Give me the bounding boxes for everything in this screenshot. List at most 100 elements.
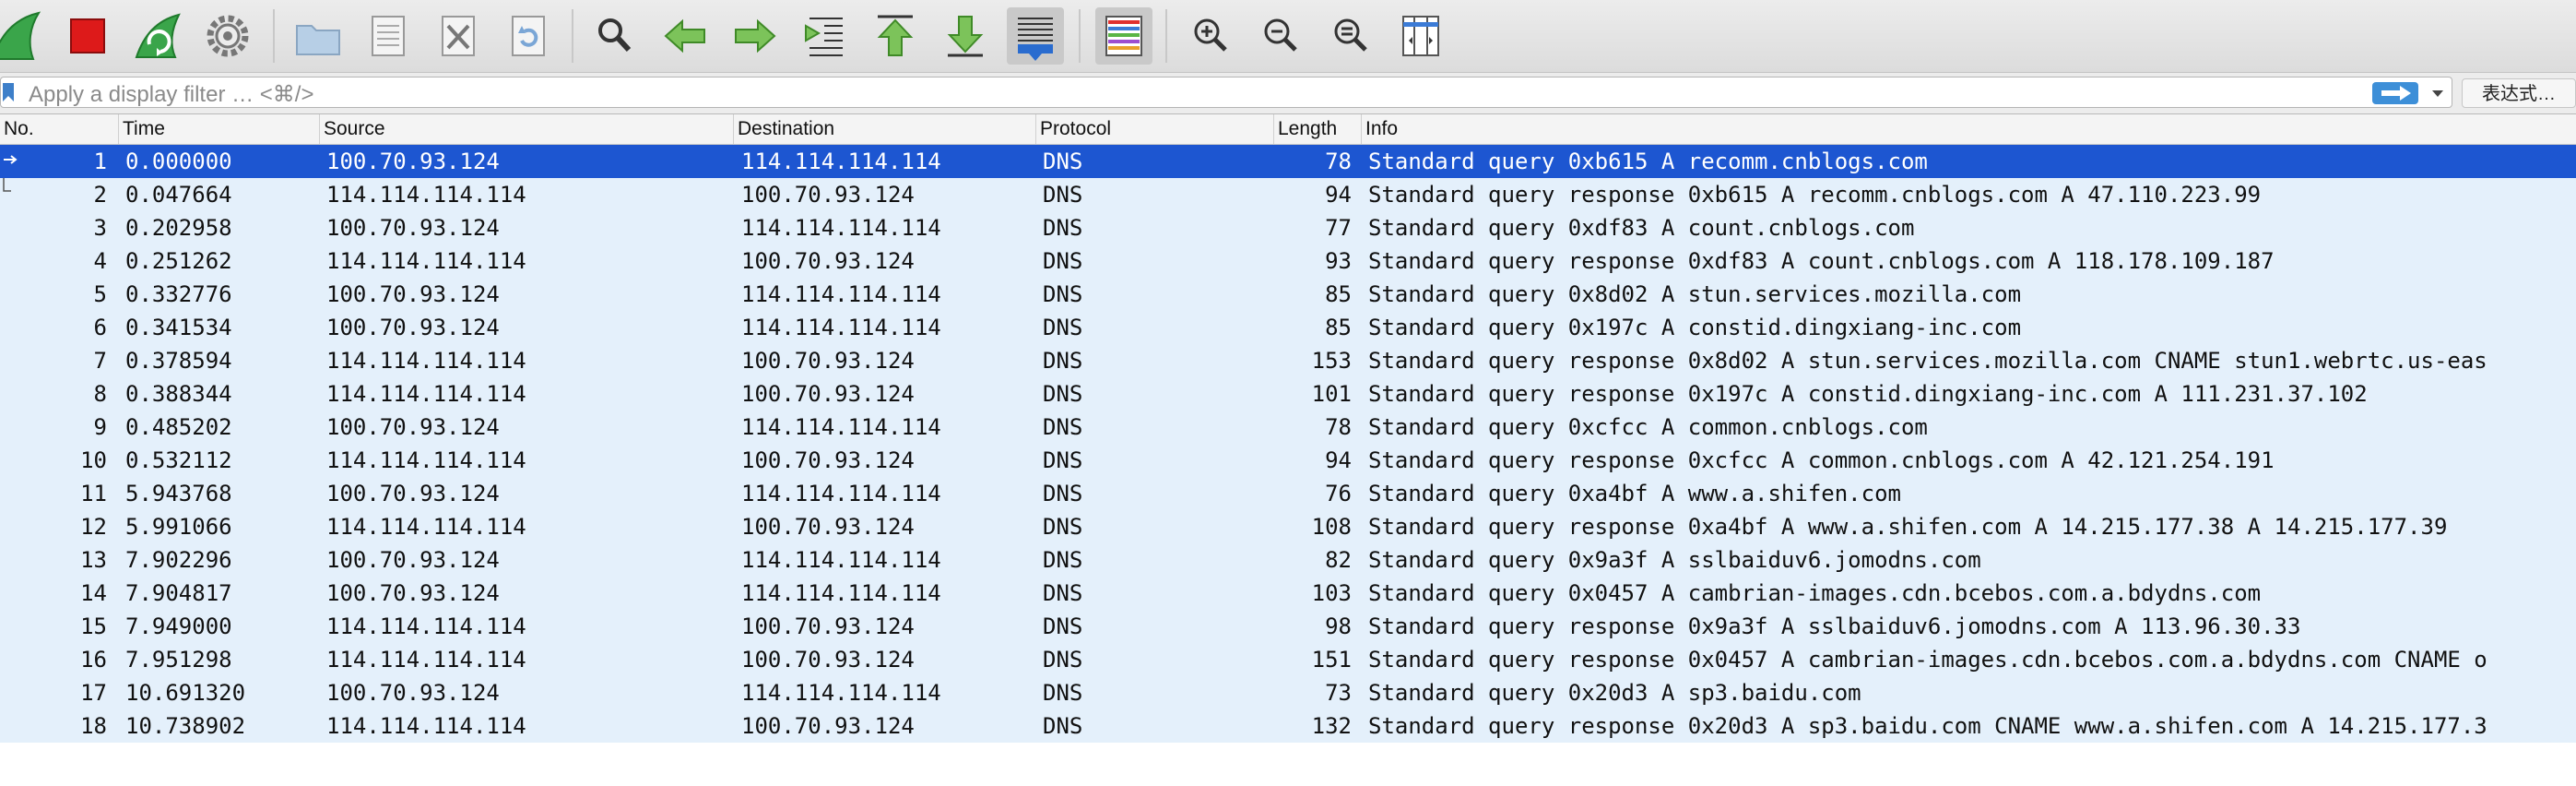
packet-row[interactable]: 7 0.378594 114.114.114.114 100.70.93.124… xyxy=(0,344,2576,377)
packet-row[interactable]: 6 0.341534 100.70.93.124 114.114.114.114… xyxy=(0,311,2576,344)
packet-destination: 114.114.114.114 xyxy=(741,414,941,440)
packet-destination: 100.70.93.124 xyxy=(741,348,915,374)
packet-row[interactable]: 15 7.949000 114.114.114.114 100.70.93.12… xyxy=(0,610,2576,643)
packet-number: 10 xyxy=(80,447,107,473)
close-file-icon[interactable] xyxy=(430,7,487,65)
go-last-packet-icon[interactable] xyxy=(937,7,994,65)
packet-row[interactable]: 3 0.202958 100.70.93.124 114.114.114.114… xyxy=(0,211,2576,244)
go-back-arrow-icon[interactable] xyxy=(656,7,714,65)
packet-info: Standard query response 0x0457 A cambria… xyxy=(1368,647,2487,673)
packet-row[interactable]: 5 0.332776 100.70.93.124 114.114.114.114… xyxy=(0,278,2576,311)
packet-length: 108 xyxy=(1311,514,1352,540)
packet-row[interactable]: 4 0.251262 114.114.114.114 100.70.93.124… xyxy=(0,244,2576,278)
packet-info: Standard query 0x9a3f A sslbaiduv6.jomod… xyxy=(1368,547,1981,573)
restart-capture-icon[interactable] xyxy=(129,7,186,65)
packet-row[interactable]: 11 5.943768 100.70.93.124 114.114.114.11… xyxy=(0,477,2576,510)
packet-row[interactable]: 17 10.691320 100.70.93.124 114.114.114.1… xyxy=(0,676,2576,709)
go-first-packet-icon[interactable] xyxy=(867,7,924,65)
go-to-packet-icon[interactable] xyxy=(797,7,854,65)
packet-row[interactable]: 12 5.991066 114.114.114.114 100.70.93.12… xyxy=(0,510,2576,543)
packet-protocol: DNS xyxy=(1043,215,1083,241)
bookmark-icon[interactable] xyxy=(3,83,18,101)
packet-number: 6 xyxy=(93,315,107,340)
packet-info: Standard query 0xb615 A recomm.cnblogs.c… xyxy=(1368,149,1928,174)
column-header-info[interactable]: Info xyxy=(1361,114,2576,144)
packet-destination: 100.70.93.124 xyxy=(741,248,915,274)
shark-fin-start-icon[interactable] xyxy=(0,7,44,65)
auto-scroll-icon[interactable] xyxy=(1007,7,1064,65)
packet-source: 100.70.93.124 xyxy=(326,481,500,506)
packet-source: 100.70.93.124 xyxy=(326,580,500,606)
packet-row[interactable]: 14 7.904817 100.70.93.124 114.114.114.11… xyxy=(0,577,2576,610)
packet-row[interactable]: 8 0.388344 114.114.114.114 100.70.93.124… xyxy=(0,377,2576,411)
packet-number: 14 xyxy=(80,580,107,606)
packet-info: Standard query 0x197c A constid.dingxian… xyxy=(1368,315,2022,340)
go-forward-arrow-icon[interactable] xyxy=(727,7,784,65)
column-header-no[interactable]: No. xyxy=(0,114,114,144)
packet-length: 98 xyxy=(1325,613,1352,639)
zoom-out-icon[interactable] xyxy=(1252,7,1309,65)
packet-number: 17 xyxy=(80,680,107,706)
packet-length: 132 xyxy=(1311,713,1352,739)
packet-source: 114.114.114.114 xyxy=(326,182,526,208)
packet-length: 85 xyxy=(1325,315,1352,340)
packet-info: Standard query response 0xb615 A recomm.… xyxy=(1368,182,2262,208)
reload-file-icon[interactable] xyxy=(500,7,557,65)
packet-protocol: DNS xyxy=(1043,414,1083,440)
toolbar-separator xyxy=(273,9,275,63)
packet-destination: 114.114.114.114 xyxy=(741,281,941,307)
packet-protocol: DNS xyxy=(1043,447,1083,473)
packet-row[interactable]: 10 0.532112 114.114.114.114 100.70.93.12… xyxy=(0,444,2576,477)
packet-source: 100.70.93.124 xyxy=(326,315,500,340)
zoom-normal-icon[interactable] xyxy=(1322,7,1379,65)
open-folder-icon[interactable] xyxy=(290,7,347,65)
packet-info: Standard query response 0xdf83 A count.c… xyxy=(1368,248,2275,274)
capture-options-gear-icon[interactable] xyxy=(199,7,256,65)
packet-protocol: DNS xyxy=(1043,514,1083,540)
packet-protocol: DNS xyxy=(1043,713,1083,739)
packet-time: 0.000000 xyxy=(125,149,232,174)
main-toolbar xyxy=(0,0,2576,73)
packet-number: 5 xyxy=(93,281,107,307)
packet-row[interactable]: 16 7.951298 114.114.114.114 100.70.93.12… xyxy=(0,643,2576,676)
display-filter-input[interactable]: Apply a display filter … <⌘/> xyxy=(0,77,2452,108)
packet-source: 114.114.114.114 xyxy=(326,713,526,739)
column-header-source[interactable]: Source xyxy=(319,114,730,144)
packet-info: Standard query 0xcfcc A common.cnblogs.c… xyxy=(1368,414,1928,440)
packet-row[interactable]: 18 10.738902 114.114.114.114 100.70.93.1… xyxy=(0,709,2576,743)
resize-columns-icon[interactable] xyxy=(1392,7,1449,65)
packet-length: 77 xyxy=(1325,215,1352,241)
chevron-down-icon[interactable] xyxy=(2428,83,2448,103)
packet-destination: 100.70.93.124 xyxy=(741,647,915,673)
column-header-length[interactable]: Length xyxy=(1273,114,1360,144)
packet-time: 5.943768 xyxy=(125,481,232,506)
column-header-time[interactable]: Time xyxy=(118,114,315,144)
packet-row[interactable]: 2 0.047664 114.114.114.114 100.70.93.124… xyxy=(0,178,2576,211)
packet-destination: 114.114.114.114 xyxy=(741,481,941,506)
packet-source: 100.70.93.124 xyxy=(326,215,500,241)
packet-protocol: DNS xyxy=(1043,182,1083,208)
save-file-icon[interactable] xyxy=(360,7,417,65)
expression-button[interactable]: 表达式… xyxy=(2462,78,2576,108)
packet-number: 15 xyxy=(80,613,107,639)
zoom-in-icon[interactable] xyxy=(1182,7,1239,65)
packet-row[interactable]: 13 7.902296 100.70.93.124 114.114.114.11… xyxy=(0,543,2576,577)
find-packet-magnifier-icon[interactable] xyxy=(586,7,644,65)
stop-capture-icon[interactable] xyxy=(59,7,116,65)
packet-length: 103 xyxy=(1311,580,1352,606)
colorize-packets-icon[interactable] xyxy=(1095,7,1152,65)
filter-placeholder: Apply a display filter … <⌘/> xyxy=(29,82,314,107)
column-header-protocol[interactable]: Protocol xyxy=(1035,114,1271,144)
packet-row[interactable]: 9 0.485202 100.70.93.124 114.114.114.114… xyxy=(0,411,2576,444)
apply-filter-arrow-icon[interactable] xyxy=(2372,82,2418,104)
packet-length: 78 xyxy=(1325,414,1352,440)
packet-time: 0.378594 xyxy=(125,348,232,374)
packet-source: 114.114.114.114 xyxy=(326,348,526,374)
packet-source: 114.114.114.114 xyxy=(326,613,526,639)
column-header-destination[interactable]: Destination xyxy=(733,114,1034,144)
packet-time: 0.532112 xyxy=(125,447,232,473)
packet-destination: 100.70.93.124 xyxy=(741,182,915,208)
packet-length: 93 xyxy=(1325,248,1352,274)
packet-row[interactable]: 1 0.000000 100.70.93.124 114.114.114.114… xyxy=(0,145,2576,178)
packet-number: 12 xyxy=(80,514,107,540)
